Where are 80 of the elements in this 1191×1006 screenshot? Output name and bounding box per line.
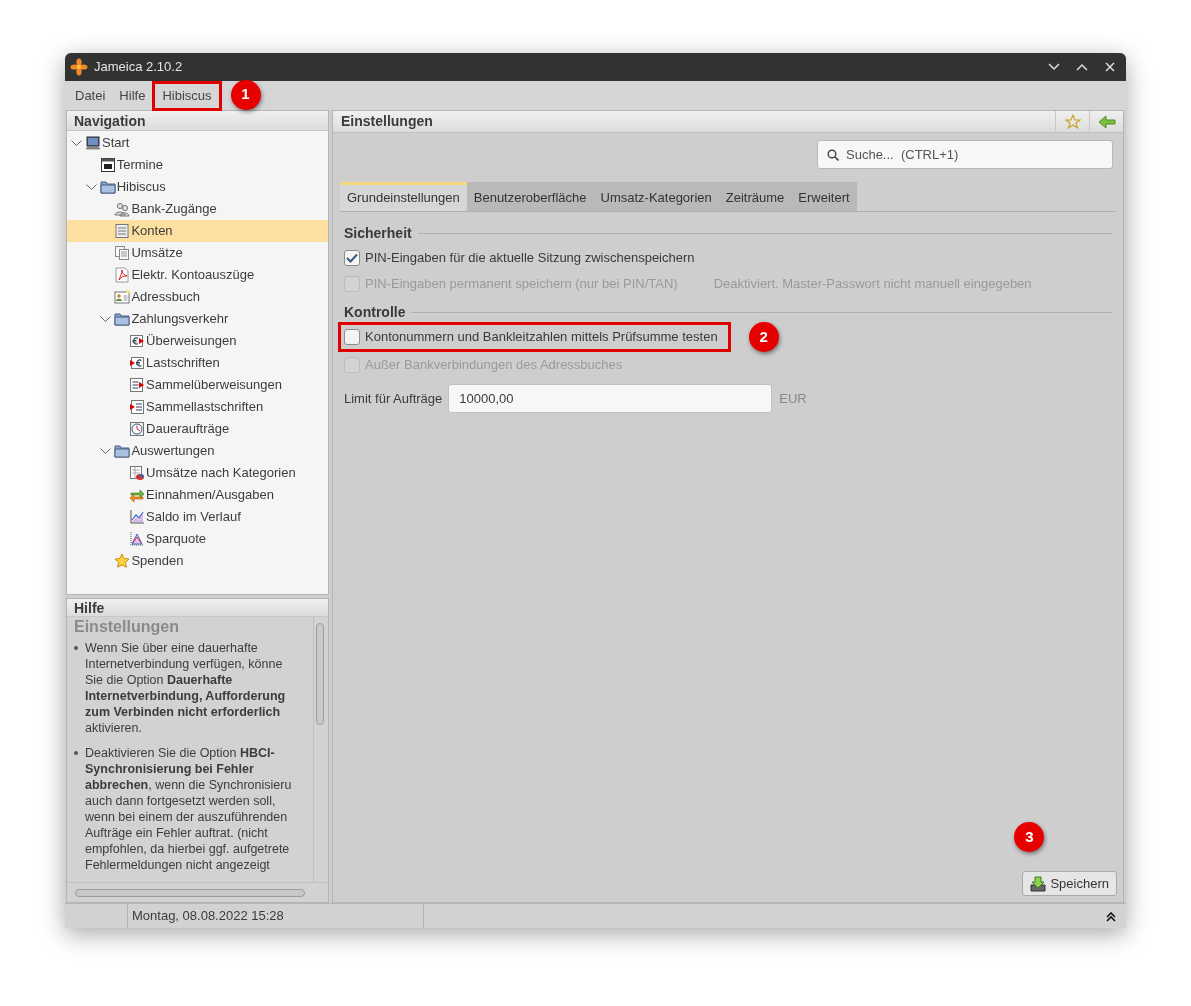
asterisk-logo-icon [70, 58, 88, 76]
chevron-up-icon[interactable] [1076, 63, 1088, 71]
download-tray-icon [1030, 875, 1047, 892]
currency-label: EUR [779, 389, 807, 408]
tree-item[interactable]: Adressbuch [67, 286, 328, 308]
clock-icon [129, 421, 146, 437]
chevron-down-icon[interactable] [71, 139, 82, 147]
tree-item[interactable]: Umsätze nach Kategorien [67, 462, 328, 484]
annotation-badge: 3 [1014, 822, 1045, 852]
search-icon [827, 149, 839, 161]
tree-item[interactable]: Sparquote [67, 528, 328, 550]
status-date: Montag, 08.08.2022 15:28 [128, 904, 424, 928]
limit-input[interactable]: 10000,00 [448, 384, 773, 413]
close-icon[interactable] [1105, 62, 1115, 72]
tree-item[interactable]: Überweisungen [67, 330, 328, 352]
tab[interactable]: Grundeinstellungen [340, 182, 467, 211]
line-chart-icon [129, 509, 146, 525]
documents-icon [114, 245, 131, 261]
menu-item[interactable]: Datei [68, 83, 113, 108]
checkbox-label: PIN-Eingaben für die aktuelle Sitzung zwischenspeichern [365, 249, 695, 268]
tab[interactable]: Benutzeroberfläche [466, 182, 594, 211]
panel-title: Navigation [67, 111, 328, 131]
save-button[interactable]: Speichern [1022, 871, 1117, 896]
search-field[interactable]: Suche... (CTRL+1) [817, 140, 1113, 169]
checkbox-label: Kontonummern und Bankleitzahlen mittels Prüfsumme testen [365, 328, 718, 347]
address-card-icon [114, 289, 131, 305]
section-heading: Sicherheit [344, 223, 412, 243]
field-label: Limit für Aufträge [344, 389, 443, 408]
left-arrow-icon [1097, 114, 1116, 129]
checkbox[interactable] [344, 329, 360, 345]
tree-item[interactable]: Sammelüberweisungen [67, 374, 328, 396]
folder-icon [114, 443, 131, 459]
double-up-arrow-icon [1106, 912, 1116, 922]
star-icon [114, 553, 131, 569]
computer-icon [85, 135, 101, 151]
tree-item[interactable]: Bank-Zugänge [67, 198, 328, 220]
panel-title: Hilfe [67, 599, 328, 617]
chevron-down-icon[interactable] [85, 183, 97, 191]
star-icon [1064, 113, 1081, 130]
chevron-down-icon[interactable] [100, 315, 112, 323]
folder-icon [114, 311, 131, 327]
tree-item[interactable]: Spenden [67, 550, 328, 572]
help-paragraph: Deaktivieren Sie die Option HBCI- Synchronisierung bei Fehler abbrechen, wenn die Synchronisieru auch dann fortgesetzt werden soll, wenn bei einem der auszuführenden Aufträge ein Fehler auftrat. (nicht empfohlen, da hierbei ggf. aufgetrete Fehlermeldungen nicht angezeigt [85, 745, 292, 873]
ledger-icon [114, 223, 131, 239]
section-heading: Kontrolle [344, 302, 406, 322]
tree-item[interactable]: Start [67, 132, 328, 154]
menu-item[interactable]: Hilfe [112, 83, 153, 108]
tree-item[interactable]: Umsätze [67, 242, 328, 264]
tree-item[interactable]: Saldo im Verlauf [67, 506, 328, 528]
tree-item[interactable]: Lastschriften [67, 352, 328, 374]
window-title: Jameica 2.10.2 [94, 58, 183, 77]
folder-icon [99, 179, 116, 195]
annotation-badge: 2 [748, 322, 779, 353]
chart-icon [129, 531, 146, 547]
tree-item[interactable]: Daueraufträge [67, 418, 328, 440]
tree-item[interactable]: Zahlungsverkehr [67, 308, 328, 330]
tree-item[interactable]: Hibiscus [67, 176, 328, 198]
checkbox[interactable] [344, 250, 360, 266]
tab[interactable]: Umsatz-Kategorien [593, 182, 719, 211]
exchange-arrows-icon [129, 487, 146, 503]
help-heading: Einstellungen [74, 617, 180, 637]
bullet-icon [74, 751, 78, 755]
tree-item[interactable]: Einnahmen/Ausgaben [67, 484, 328, 506]
tree-item[interactable]: Auswertungen [67, 440, 328, 462]
tree-item[interactable]: Elektr. Kontoauszüge [67, 264, 328, 286]
bullet-icon [74, 646, 78, 650]
tab[interactable]: Zeiträume [718, 182, 792, 211]
annotation-badge: 1 [230, 79, 261, 110]
people-icon [114, 201, 131, 217]
tab[interactable]: Erweitert [791, 182, 857, 211]
panel-title: Einstellungen [340, 112, 434, 131]
help-paragraph: Wenn Sie über eine dauerhafte Internetverbindung verfügen, könne Sie die Option Dauerhafte Internetverbindung, Aufforderung zum Verbinden nicht erforderlich aktivieren. [85, 640, 286, 736]
chart-table-icon [129, 465, 146, 481]
pdf-icon [114, 267, 131, 283]
tree-item[interactable]: Konten [67, 220, 328, 242]
calendar-icon [99, 157, 116, 173]
tree-item[interactable]: Termine [67, 154, 328, 176]
menu-item[interactable]: Hibiscus [155, 83, 219, 108]
tree-item[interactable]: Sammellastschriften [67, 396, 328, 418]
chevron-down-icon[interactable] [100, 447, 112, 455]
